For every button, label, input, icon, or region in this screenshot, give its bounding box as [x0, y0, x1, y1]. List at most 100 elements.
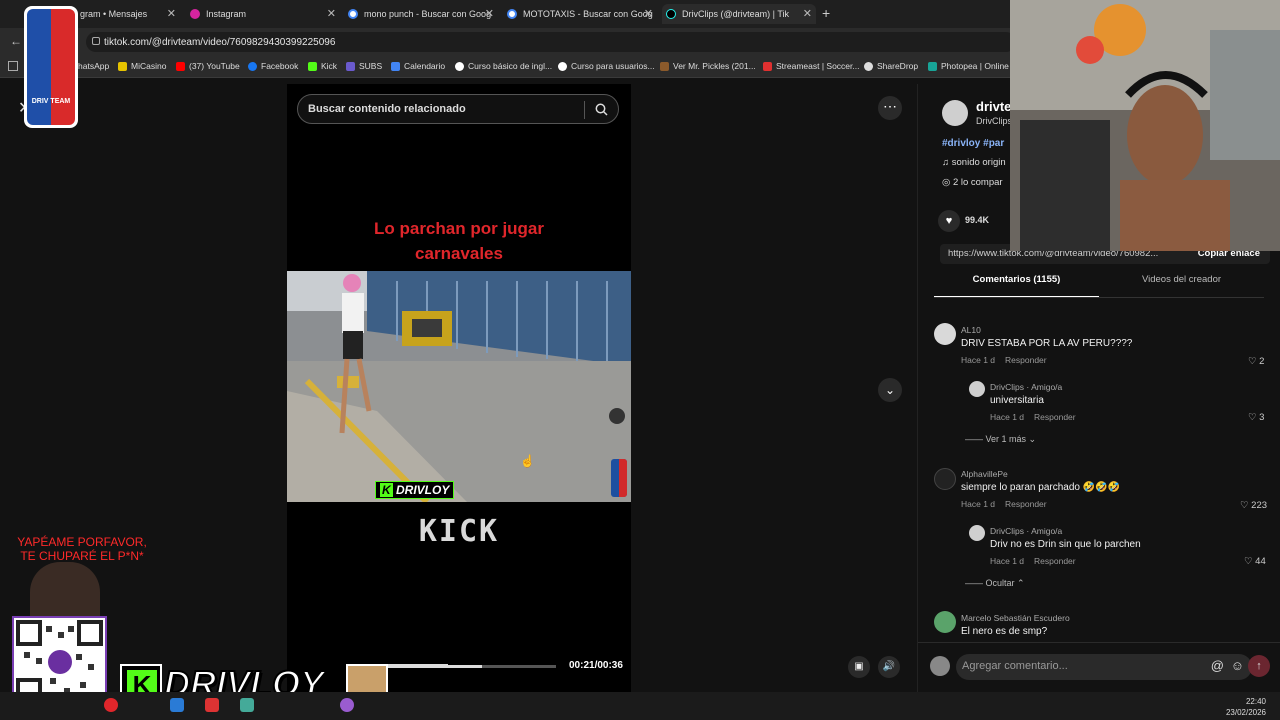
app-icon[interactable] — [340, 698, 354, 712]
new-tab-button[interactable]: + — [822, 5, 830, 21]
driv-team-label: DRIV TEAM — [31, 98, 71, 105]
comment-author[interactable]: AL10 — [961, 325, 1132, 335]
app-icon[interactable] — [170, 698, 184, 712]
search-icon[interactable] — [595, 103, 608, 116]
hide-replies-button[interactable]: —— Ocultar ⌃ — [965, 578, 1025, 589]
comment-text: DRIV ESTABA POR LA AV PERU???? — [961, 338, 1133, 349]
see-more-label: Ver 1 más — [985, 434, 1027, 444]
comment-input[interactable]: Agregar comentario... @ ☺ — [956, 654, 1252, 680]
video-time: 00:21/00:36 — [569, 660, 623, 671]
more-options-icon[interactable]: ⋯ — [878, 96, 902, 120]
tab-instagram[interactable]: Instagram ✕ — [186, 4, 340, 24]
comment-author[interactable]: AlphavillePe — [961, 469, 1120, 479]
url-field[interactable]: tiktok.com/@drivteam/video/7609829430399… — [86, 32, 1016, 52]
shares-label: 2 lo compar — [952, 177, 1003, 188]
emoji-icon[interactable]: ☺ — [1231, 658, 1244, 673]
close-icon[interactable]: ✕ — [327, 7, 336, 20]
bookmark-curso-usuarios[interactable]: Curso para usuarios... — [558, 61, 655, 71]
comment-text: universitaria — [990, 395, 1044, 406]
tab-divider — [934, 297, 1264, 298]
sound-row[interactable]: ♫ sonido origin — [942, 157, 1006, 168]
commenter-avatar[interactable] — [934, 323, 956, 345]
comment-like[interactable]: ♡ 223 — [1240, 500, 1267, 511]
comment-author[interactable]: DrivClips · Amigo/a — [990, 526, 1141, 536]
driv-team-logo: DRIV TEAM — [24, 6, 78, 128]
course-icon — [455, 61, 464, 71]
reply-button[interactable]: Responder — [1034, 412, 1076, 422]
comment-item: AlphavillePe siempre lo paran parchado 🤣… — [961, 469, 1120, 509]
see-more-replies-button[interactable]: —— Ver 1 más ⌄ — [965, 434, 1036, 445]
commenter-avatar[interactable] — [934, 611, 956, 633]
music-note-icon: ♫ — [942, 157, 952, 168]
tab-comments[interactable]: Comentarios (1155) — [934, 274, 1099, 285]
app-icon[interactable] — [205, 698, 219, 712]
app-icon[interactable] — [104, 698, 118, 712]
related-search-input[interactable]: Buscar contenido relacionado — [297, 94, 619, 124]
nba-style-logo-icon — [611, 459, 627, 497]
bookmark-sharedrop[interactable]: ShareDrop — [864, 61, 918, 71]
reply-button[interactable]: Responder — [1005, 499, 1047, 509]
comment-like-count: 2 — [1259, 356, 1265, 367]
back-arrow-icon[interactable]: ← — [10, 34, 22, 48]
send-arrow-icon[interactable]: ↑ — [1248, 655, 1270, 677]
pip-icon[interactable]: ▣ — [848, 656, 870, 678]
volume-icon[interactable]: 🔊 — [878, 656, 900, 678]
hide-label: Ocultar — [985, 578, 1015, 588]
comment-like[interactable]: ♡ 2 — [1248, 356, 1264, 367]
close-icon[interactable]: ✕ — [644, 7, 653, 20]
commenter-avatar[interactable] — [969, 381, 985, 397]
bookmark-streameast[interactable]: Streameast | Soccer... — [763, 61, 859, 71]
cursor-icon: ☝ — [520, 454, 535, 468]
bookmark-facebook[interactable]: Facebook — [248, 61, 298, 71]
like-heart-icon[interactable]: ♥ — [938, 210, 960, 232]
author-handle[interactable]: drivte — [976, 99, 1011, 114]
sound-label: sonido origin — [951, 157, 1006, 168]
comment-time: Hace 1 d — [961, 355, 996, 365]
commenter-avatar[interactable] — [934, 468, 956, 490]
comment-item: Marcelo Sebastián Escudero El nero es de… — [961, 613, 1070, 637]
close-icon[interactable]: ✕ — [803, 7, 812, 20]
tab-google-mono-punch[interactable]: mono punch - Buscar con Goog ✕ — [344, 4, 498, 24]
comment-like[interactable]: ♡ 44 — [1244, 556, 1266, 567]
kick-icon — [308, 61, 317, 71]
tiktok-icon — [666, 9, 676, 19]
video-hashtags[interactable]: #drivloy #par — [942, 138, 1004, 149]
commenter-avatar[interactable] — [969, 525, 985, 541]
course-icon — [558, 61, 567, 71]
tab-tiktok-active[interactable]: DrivClips (@drivteam) | Tik ✕ — [662, 4, 816, 24]
bookmark-calendario[interactable]: Calendario — [391, 61, 445, 71]
tab-instagram-messages[interactable]: gram • Mensajes ✕ — [60, 4, 180, 24]
donation-line-1: YAPÉAME PORFAVOR, — [17, 535, 147, 549]
bookmark-curso-ingles[interactable]: Curso básico de ingl... — [455, 61, 552, 71]
comment-author[interactable]: DrivClips · Amigo/a — [990, 382, 1076, 392]
tab-google-mototaxis[interactable]: MOTOTAXIS - Buscar con Goog ✕ — [503, 4, 657, 24]
bookmark-mr-pickles[interactable]: Ver Mr. Pickles (201... — [660, 61, 756, 71]
apps-grid-icon[interactable] — [8, 61, 18, 71]
donation-line-2: TE CHUPARÉ EL P*N* — [20, 549, 144, 563]
bookmark-micasino[interactable]: MiCasino — [118, 61, 166, 71]
reply-button[interactable]: Responder — [1034, 556, 1076, 566]
author-avatar[interactable] — [942, 100, 968, 126]
bookmark-subs[interactable]: SUBS — [346, 61, 382, 71]
watermark-label: DRIVLOY — [396, 483, 450, 497]
mention-icon[interactable]: @ — [1211, 658, 1224, 673]
comment-reply: DrivClips · Amigo/a Driv no es Drin sin … — [990, 526, 1141, 566]
comment-author[interactable]: Marcelo Sebastián Escudero — [961, 613, 1070, 623]
comment-like-count: 3 — [1259, 412, 1265, 423]
comment-like[interactable]: ♡ 3 — [1248, 412, 1264, 423]
mr-pickles-icon — [660, 61, 669, 71]
like-count: 99.4K — [965, 215, 990, 225]
bookmark-photopea[interactable]: Photopea | Online E — [928, 61, 1017, 71]
close-icon[interactable]: ✕ — [167, 7, 176, 20]
reply-button[interactable]: Responder — [1005, 355, 1047, 365]
close-icon[interactable]: ✕ — [485, 7, 494, 20]
bookmark-whatsapp[interactable]: hatsApp — [78, 61, 109, 71]
bookmark-youtube[interactable]: (37) YouTube — [176, 61, 240, 71]
next-video-chevron-down-icon[interactable]: ⌄ — [878, 378, 902, 402]
sharedrop-icon — [864, 61, 873, 71]
system-clock[interactable]: 22:40 23/02/2026 — [1226, 696, 1266, 718]
site-info-icon[interactable] — [92, 37, 100, 45]
bookmark-kick[interactable]: Kick — [308, 61, 337, 71]
app-icon[interactable] — [240, 698, 254, 712]
tab-creator-videos[interactable]: Videos del creador — [1099, 274, 1264, 285]
